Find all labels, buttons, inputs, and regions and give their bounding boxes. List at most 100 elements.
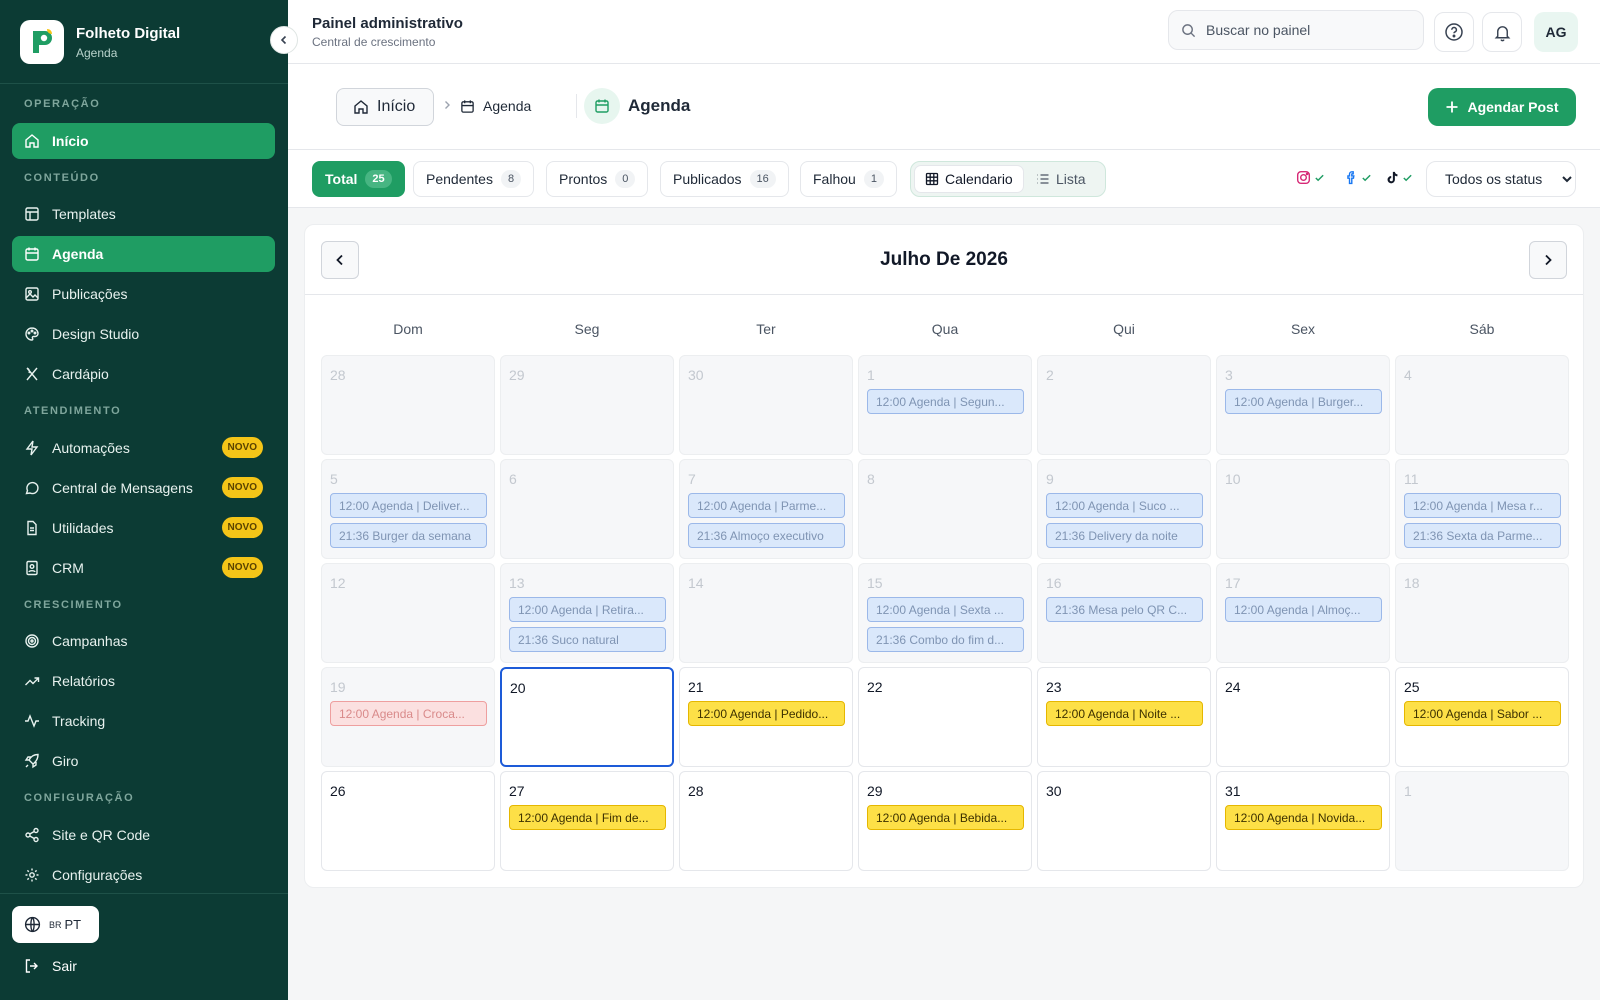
calendar-day-cell[interactable]: 31 12:00 Agenda | Novida... — [1216, 771, 1390, 871]
calendar-day-cell[interactable]: 6 — [500, 459, 674, 559]
filter-prontos[interactable]: Prontos 0 — [546, 161, 649, 197]
calendar-event[interactable]: 12:00 Agenda | Deliver... — [330, 493, 487, 518]
calendar-day-cell[interactable]: 21 12:00 Agenda | Pedido... — [679, 667, 853, 767]
calendar-event[interactable]: 12:00 Agenda | Suco ... — [1046, 493, 1203, 518]
calendar-day-cell[interactable]: 13 12:00 Agenda | Retira... 21:36 Suco nat… — [500, 563, 674, 663]
avatar[interactable]: AG — [1534, 12, 1578, 52]
view-list-button[interactable]: Lista — [1026, 165, 1096, 193]
language-button[interactable]: BR PT — [12, 906, 99, 943]
collapse-sidebar-button[interactable] — [270, 26, 298, 54]
calendar-day-cell[interactable]: 25 12:00 Agenda | Sabor ... — [1395, 667, 1569, 767]
calendar-day-cell[interactable]: 24 — [1216, 667, 1390, 767]
calendar-day-cell[interactable]: 7 12:00 Agenda | Parme... 21:36 Almoço exe… — [679, 459, 853, 559]
filter-publicados[interactable]: Publicados 16 — [660, 161, 789, 197]
sidebar-item-automacoes[interactable]: Automações NOVO — [12, 430, 275, 466]
sidebar-item-tracking[interactable]: Tracking — [12, 703, 275, 739]
calendar-event[interactable]: 21:36 Mesa pelo QR C... — [1046, 597, 1203, 622]
sidebar-item-giro[interactable]: Giro — [12, 743, 275, 779]
schedule-post-button[interactable]: Agendar Post — [1428, 88, 1576, 126]
calendar-event[interactable]: 12:00 Agenda | Sabor ... — [1404, 701, 1561, 726]
calendar-event[interactable]: 12:00 Agenda | Fim de... — [509, 805, 666, 830]
help-button[interactable] — [1434, 12, 1474, 52]
calendar-event[interactable]: 12:00 Agenda | Mesa r... — [1404, 493, 1561, 518]
calendar-day-cell[interactable]: 20 — [500, 667, 674, 767]
search-input[interactable] — [1206, 22, 1406, 38]
calendar-day-cell[interactable]: 27 12:00 Agenda | Fim de... — [500, 771, 674, 871]
notifications-button[interactable] — [1482, 12, 1522, 52]
instagram-filter[interactable] — [1296, 170, 1325, 185]
calendar-day-cell[interactable]: 29 12:00 Agenda | Bebida... — [858, 771, 1032, 871]
calendar-day-cell[interactable]: 12 — [321, 563, 495, 663]
calendar-event[interactable]: 21:36 Delivery da noite — [1046, 523, 1203, 548]
calendar-event[interactable]: 21:36 Almoço executivo — [688, 523, 845, 548]
calendar-event[interactable]: 12:00 Agenda | Croca... — [330, 701, 487, 726]
calendar-day-cell[interactable]: 30 — [679, 355, 853, 455]
calendar-day-cell[interactable]: 3 12:00 Agenda | Burger... — [1216, 355, 1390, 455]
calendar-day-cell[interactable]: 8 — [858, 459, 1032, 559]
calendar-day-cell[interactable]: 23 12:00 Agenda | Noite ... — [1037, 667, 1211, 767]
brand[interactable]: Folheto Digital Agenda — [20, 20, 180, 64]
filter-pendentes[interactable]: Pendentes 8 — [413, 161, 535, 197]
rocket-icon — [24, 753, 39, 769]
calendar-day-cell[interactable]: 19 12:00 Agenda | Croca... — [321, 667, 495, 767]
calendar-day-cell[interactable]: 14 — [679, 563, 853, 663]
weekday-label: Ter — [756, 321, 776, 337]
calendar-day-cell[interactable]: 28 — [321, 355, 495, 455]
calendar-day-cell[interactable]: 11 12:00 Agenda | Mesa r... 21:36 Sexta da… — [1395, 459, 1569, 559]
status-filter-select[interactable]: Todos os status — [1426, 161, 1576, 197]
calendar-day-cell[interactable]: 1 12:00 Agenda | Segun... — [858, 355, 1032, 455]
sidebar-item-utilidades[interactable]: Utilidades NOVO — [12, 510, 275, 546]
logout-button[interactable]: Sair — [24, 958, 77, 974]
sidebar-item-agenda[interactable]: Agenda — [12, 236, 275, 272]
calendar-day-cell[interactable]: 29 — [500, 355, 674, 455]
calendar-event[interactable]: 12:00 Agenda | Bebida... — [867, 805, 1024, 830]
calendar-day-cell[interactable]: 16 21:36 Mesa pelo QR C... — [1037, 563, 1211, 663]
view-calendar-button[interactable]: Calendario — [914, 165, 1024, 193]
sidebar-item-relatorios[interactable]: Relatórios — [12, 663, 275, 699]
calendar-day-cell[interactable]: 26 — [321, 771, 495, 871]
calendar-day-cell[interactable]: 18 — [1395, 563, 1569, 663]
calendar-day-cell[interactable]: 5 12:00 Agenda | Deliver... 21:36 Burger d… — [321, 459, 495, 559]
calendar-event[interactable]: 21:36 Suco natural — [509, 627, 666, 652]
calendar-event[interactable]: 12:00 Agenda | Sexta ... — [867, 597, 1024, 622]
sidebar-item-inicio[interactable]: Início — [12, 123, 275, 159]
sidebar-item-central-mensagens[interactable]: Central de Mensagens NOVO — [12, 470, 275, 506]
filter-total[interactable]: Total 25 — [312, 161, 405, 197]
tiktok-filter[interactable] — [1385, 170, 1413, 185]
filter-falhou[interactable]: Falhou 1 — [800, 161, 897, 197]
calendar-day-cell[interactable]: 9 12:00 Agenda | Suco ... 21:36 Delivery d… — [1037, 459, 1211, 559]
facebook-filter[interactable] — [1344, 170, 1372, 185]
calendar-day-cell[interactable]: 28 — [679, 771, 853, 871]
calendar-event[interactable]: 12:00 Agenda | Pedido... — [688, 701, 845, 726]
sidebar-item-cardapio[interactable]: Cardápio — [12, 356, 275, 392]
calendar-event[interactable]: 12:00 Agenda | Retira... — [509, 597, 666, 622]
calendar-day-cell[interactable]: 30 — [1037, 771, 1211, 871]
calendar-day-cell[interactable]: 1 — [1395, 771, 1569, 871]
next-month-button[interactable] — [1529, 241, 1567, 279]
sidebar-item-site-qr[interactable]: Site e QR Code — [12, 817, 275, 853]
calendar-event[interactable]: 21:36 Sexta da Parme... — [1404, 523, 1561, 548]
calendar-event[interactable]: 12:00 Agenda | Almoç... — [1225, 597, 1382, 622]
sidebar-item-crm[interactable]: CRM NOVO — [12, 550, 275, 586]
sidebar-item-templates[interactable]: Templates — [12, 196, 275, 232]
calendar-day-cell[interactable]: 22 — [858, 667, 1032, 767]
search-box[interactable] — [1168, 10, 1424, 50]
calendar-event[interactable]: 12:00 Agenda | Burger... — [1225, 389, 1382, 414]
calendar-day-cell[interactable]: 2 — [1037, 355, 1211, 455]
sidebar-item-design-studio[interactable]: Design Studio — [12, 316, 275, 352]
breadcrumb-home[interactable]: Início — [336, 88, 434, 126]
sidebar-item-configuracoes[interactable]: Configurações — [12, 857, 275, 893]
sidebar-item-campanhas[interactable]: Campanhas — [12, 623, 275, 659]
calendar-event[interactable]: 12:00 Agenda | Novida... — [1225, 805, 1382, 830]
calendar-day-cell[interactable]: 10 — [1216, 459, 1390, 559]
calendar-day-cell[interactable]: 4 — [1395, 355, 1569, 455]
calendar-day-cell[interactable]: 17 12:00 Agenda | Almoç... — [1216, 563, 1390, 663]
sidebar-item-publicacoes[interactable]: Publicações — [12, 276, 275, 312]
day-number: 30 — [688, 367, 704, 383]
calendar-event[interactable]: 12:00 Agenda | Noite ... — [1046, 701, 1203, 726]
calendar-event[interactable]: 21:36 Combo do fim d... — [867, 627, 1024, 652]
calendar-event[interactable]: 12:00 Agenda | Segun... — [867, 389, 1024, 414]
calendar-event[interactable]: 12:00 Agenda | Parme... — [688, 493, 845, 518]
calendar-event[interactable]: 21:36 Burger da semana — [330, 523, 487, 548]
calendar-day-cell[interactable]: 15 12:00 Agenda | Sexta ... 21:36 Combo do… — [858, 563, 1032, 663]
